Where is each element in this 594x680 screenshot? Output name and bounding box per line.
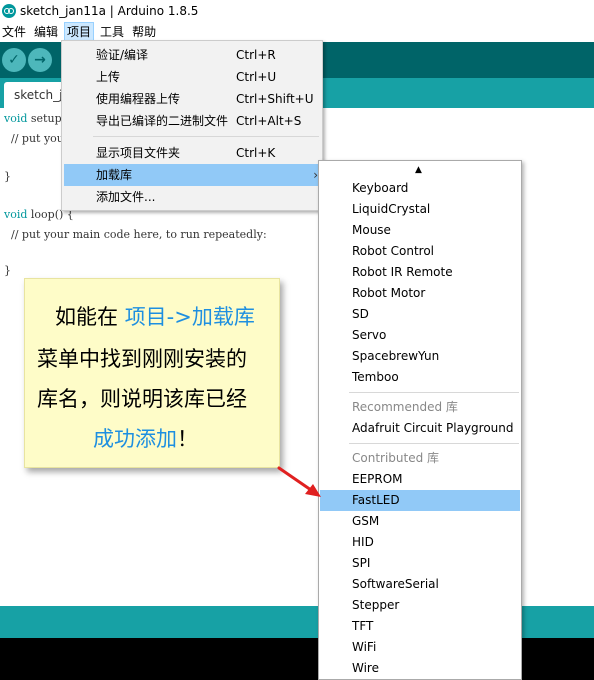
note-line: 库名，则说明该库已经 bbox=[37, 387, 247, 411]
library-item[interactable]: Stepper bbox=[320, 595, 520, 616]
menu-file[interactable]: 文件 bbox=[0, 22, 28, 42]
library-item[interactable]: SPI bbox=[320, 553, 520, 574]
note-line: 如能在 项目->加载库 bbox=[55, 301, 255, 331]
menu-item-label: 导出已编译的二进制文件 bbox=[96, 114, 229, 128]
library-item[interactable]: Mouse bbox=[320, 220, 520, 241]
contributed-header: Contributed 库 bbox=[352, 451, 440, 465]
verify-button[interactable]: ✓ bbox=[2, 48, 26, 72]
code-line: } bbox=[4, 264, 11, 277]
menu-divider bbox=[349, 392, 519, 393]
library-item[interactable]: TFT bbox=[320, 616, 520, 637]
recommended-header: Recommended 库 bbox=[352, 400, 458, 414]
menu-item-label: 添加文件... bbox=[96, 190, 156, 204]
note-text: 如能在 bbox=[55, 305, 125, 329]
library-item[interactable]: Keyboard bbox=[320, 178, 520, 199]
menu-item-upload-programmer[interactable]: 使用编程器上传 Ctrl+Shift+U bbox=[64, 88, 320, 110]
menu-item-label: 显示项目文件夹 bbox=[96, 146, 181, 160]
library-item[interactable]: Adafruit Circuit Playground bbox=[320, 418, 520, 439]
menu-item-label: 加载库 bbox=[96, 168, 133, 182]
library-item[interactable]: Temboo bbox=[320, 367, 520, 388]
menu-item-shortcut: Ctrl+U bbox=[236, 70, 277, 84]
code-line: // put your main code here, to run repea… bbox=[4, 228, 267, 241]
pointer-arrow-icon bbox=[277, 466, 321, 497]
library-item[interactable]: HID bbox=[320, 532, 520, 553]
note-highlight: 项目->加载库 bbox=[124, 305, 255, 329]
arduino-logo-icon bbox=[2, 4, 16, 18]
library-item[interactable]: SD bbox=[320, 304, 520, 325]
library-item[interactable]: Robot Control bbox=[320, 241, 520, 262]
menu-item-shortcut: Ctrl+R bbox=[236, 48, 276, 62]
note-text: ！ bbox=[177, 427, 198, 451]
note-line: 菜单中找到刚刚安装的 bbox=[37, 347, 247, 371]
library-item[interactable]: EEPROM bbox=[320, 469, 520, 490]
code-keyword: void bbox=[4, 112, 28, 125]
menu-item-upload[interactable]: 上传 Ctrl+U bbox=[64, 66, 320, 88]
annotation-note: 如能在 项目->加载库 菜单中找到刚刚安装的 库名，则说明该库已经 成功添加！ bbox=[24, 278, 280, 468]
library-item[interactable]: WiFi bbox=[320, 637, 520, 658]
menu-help[interactable]: 帮助 bbox=[130, 22, 158, 42]
menu-item-show-folder[interactable]: 显示项目文件夹 Ctrl+K bbox=[64, 142, 320, 164]
menu-bar: 文件 编辑 项目 工具 帮助 bbox=[0, 22, 594, 42]
code-line: } bbox=[4, 170, 11, 183]
library-item-selected[interactable]: FastLED bbox=[320, 490, 520, 511]
upload-button[interactable]: → bbox=[28, 48, 52, 72]
menu-item-verify[interactable]: 验证/编译 Ctrl+R bbox=[64, 44, 320, 66]
menu-edit[interactable]: 编辑 bbox=[32, 22, 60, 42]
menu-item-include-library[interactable]: 加载库 › bbox=[64, 164, 320, 186]
tab-sketch[interactable]: sketch_jan11a bbox=[4, 82, 64, 108]
scroll-up-icon[interactable]: ▲ bbox=[415, 165, 422, 175]
menu-item-shortcut: Ctrl+K bbox=[236, 146, 276, 160]
menu-divider bbox=[349, 443, 519, 444]
menu-item-shortcut: Ctrl+Shift+U bbox=[236, 92, 314, 106]
library-item[interactable]: LiquidCrystal bbox=[320, 199, 520, 220]
library-item[interactable]: Servo bbox=[320, 325, 520, 346]
library-item[interactable]: SoftwareSerial bbox=[320, 574, 520, 595]
project-menu: 验证/编译 Ctrl+R 上传 Ctrl+U 使用编程器上传 Ctrl+Shif… bbox=[61, 40, 323, 211]
library-item[interactable]: GSM bbox=[320, 511, 520, 532]
menu-item-add-file[interactable]: 添加文件... bbox=[64, 186, 320, 208]
library-item[interactable]: Robot Motor bbox=[320, 283, 520, 304]
menu-item-export-binary[interactable]: 导出已编译的二进制文件 Ctrl+Alt+S bbox=[64, 110, 320, 132]
menu-item-label: 使用编程器上传 bbox=[96, 92, 181, 106]
code-keyword: void bbox=[4, 208, 28, 221]
note-line: 成功添加！ bbox=[93, 423, 198, 453]
menu-project[interactable]: 项目 bbox=[64, 22, 95, 42]
library-item[interactable]: Robot IR Remote bbox=[320, 262, 520, 283]
menu-divider bbox=[93, 136, 319, 137]
menu-item-label: 验证/编译 bbox=[96, 48, 149, 62]
menu-item-label: 上传 bbox=[96, 70, 121, 84]
library-item[interactable]: SpacebrewYun bbox=[320, 346, 520, 367]
title-bar: sketch_jan11a | Arduino 1.8.5 bbox=[0, 0, 594, 22]
window-title: sketch_jan11a | Arduino 1.8.5 bbox=[20, 4, 199, 18]
library-item[interactable]: Wire bbox=[320, 658, 520, 679]
note-highlight: 成功添加 bbox=[93, 427, 177, 451]
menu-tools[interactable]: 工具 bbox=[98, 22, 126, 42]
library-submenu: ▲ Keyboard LiquidCrystal Mouse Robot Con… bbox=[318, 160, 522, 680]
menu-item-shortcut: Ctrl+Alt+S bbox=[236, 114, 302, 128]
